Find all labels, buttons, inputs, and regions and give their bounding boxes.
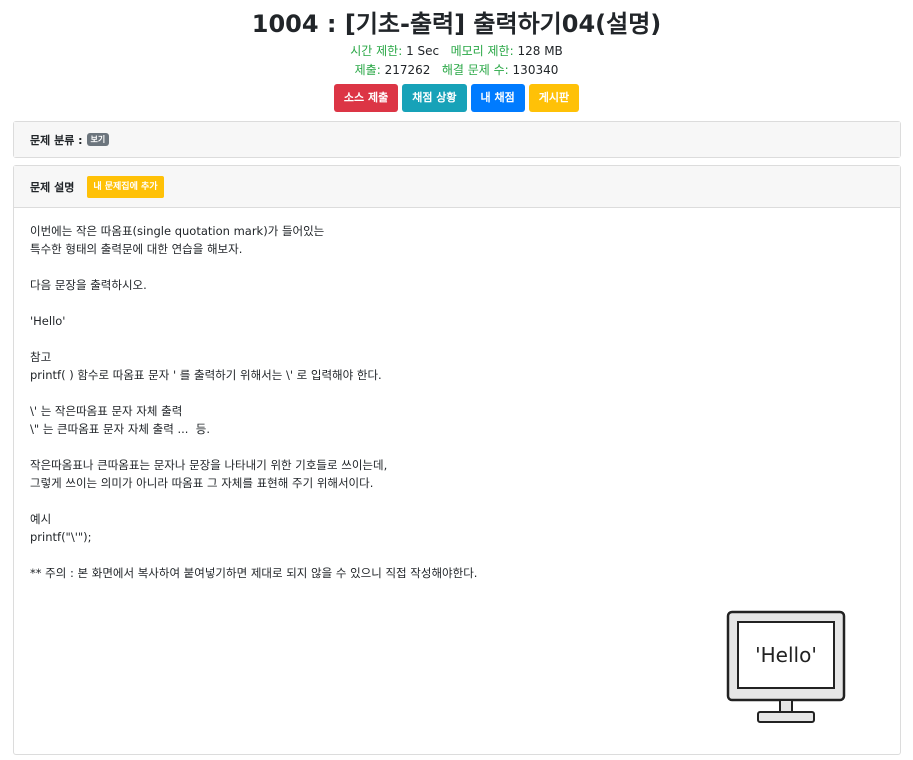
- description-label: 문제 설명: [30, 180, 75, 194]
- solved-value: 130340: [512, 63, 559, 77]
- solved-label: 해결 문제 수:: [441, 63, 509, 77]
- description-line: 그렇게 쓰이는 의미가 아니라 따옴표 그 자체를 표현해 주기 위해서이다.: [30, 476, 374, 490]
- description-line: [30, 294, 884, 312]
- memory-limit-value: 128 MB: [517, 44, 563, 58]
- description-line: 'Hello': [30, 314, 66, 328]
- description-line: [30, 438, 884, 456]
- description-line: [30, 330, 884, 348]
- my-status-button[interactable]: 내 채점: [470, 84, 525, 112]
- description-line: 작은따옴표나 큰따옴표는 문자나 문장을 나타내기 위한 기호들로 쓰이는데,: [30, 458, 388, 472]
- category-header: 문제 분류 : 보기: [14, 122, 900, 157]
- board-button[interactable]: 게시판: [528, 84, 580, 112]
- problem-header: 1004 : [기초-출력] 출력하기04(설명) 시간 제한: 1 Sec 메…: [0, 0, 913, 112]
- category-view-badge[interactable]: 보기: [86, 133, 110, 146]
- problem-description: 이번에는 작은 따옴표(single quotation mark)가 들어있는…: [14, 208, 900, 596]
- description-card: 문제 설명 내 문제집에 추가 이번에는 작은 따옴표(single quota…: [13, 165, 901, 755]
- action-buttons: 소스 제출 채점 상황 내 채점 게시판: [0, 84, 913, 112]
- add-to-problemset-button[interactable]: 내 문제집에 추가: [87, 175, 164, 198]
- problem-stats: 제출: 217262 해결 문제 수: 130340: [0, 61, 913, 80]
- monitor-icon: 'Hello': [726, 610, 846, 723]
- description-line: 예시: [30, 512, 52, 526]
- description-line: [30, 546, 884, 564]
- monitor-illustration: 'Hello': [724, 610, 848, 730]
- description-line: [30, 384, 884, 402]
- time-limit-label: 시간 제한:: [350, 44, 403, 58]
- description-line: 다음 문장을 출력하시오.: [30, 278, 147, 292]
- category-label: 문제 분류 :: [30, 133, 83, 147]
- description-line: 특수한 형태의 출력문에 대한 연습을 해보자.: [30, 242, 243, 256]
- description-header: 문제 설명 내 문제집에 추가: [14, 166, 900, 208]
- description-line: [30, 492, 884, 510]
- monitor-hello-text: 'Hello': [755, 643, 817, 667]
- description-line: \' 는 작은따옴표 문자 자체 출력: [30, 404, 183, 418]
- description-line: 참고: [30, 350, 52, 364]
- description-line: printf( ) 함수로 따옴표 문자 ' 를 출력하기 위해서는 \' 로 …: [30, 368, 382, 382]
- category-card: 문제 분류 : 보기: [13, 121, 901, 158]
- description-line: printf("\'");: [30, 530, 92, 544]
- time-limit-value: 1 Sec: [406, 44, 440, 58]
- submit-source-button[interactable]: 소스 제출: [333, 84, 399, 112]
- memory-limit-label: 메모리 제한:: [450, 44, 514, 58]
- description-line: ** 주의 : 본 화면에서 복사하여 붙여넣기하면 제대로 되지 않을 수 있…: [30, 566, 478, 580]
- description-line: 이번에는 작은 따옴표(single quotation mark)가 들어있는: [30, 224, 325, 238]
- submissions-label: 제출:: [354, 63, 381, 77]
- judge-status-button[interactable]: 채점 상황: [402, 84, 467, 112]
- submissions-value: 217262: [384, 63, 431, 77]
- page-title: 1004 : [기초-출력] 출력하기04(설명): [251, 10, 662, 38]
- problem-limits: 시간 제한: 1 Sec 메모리 제한: 128 MB: [0, 42, 913, 61]
- description-line: [30, 258, 884, 276]
- description-line: \" 는 큰따옴표 문자 자체 출력 ... 등.: [30, 422, 210, 436]
